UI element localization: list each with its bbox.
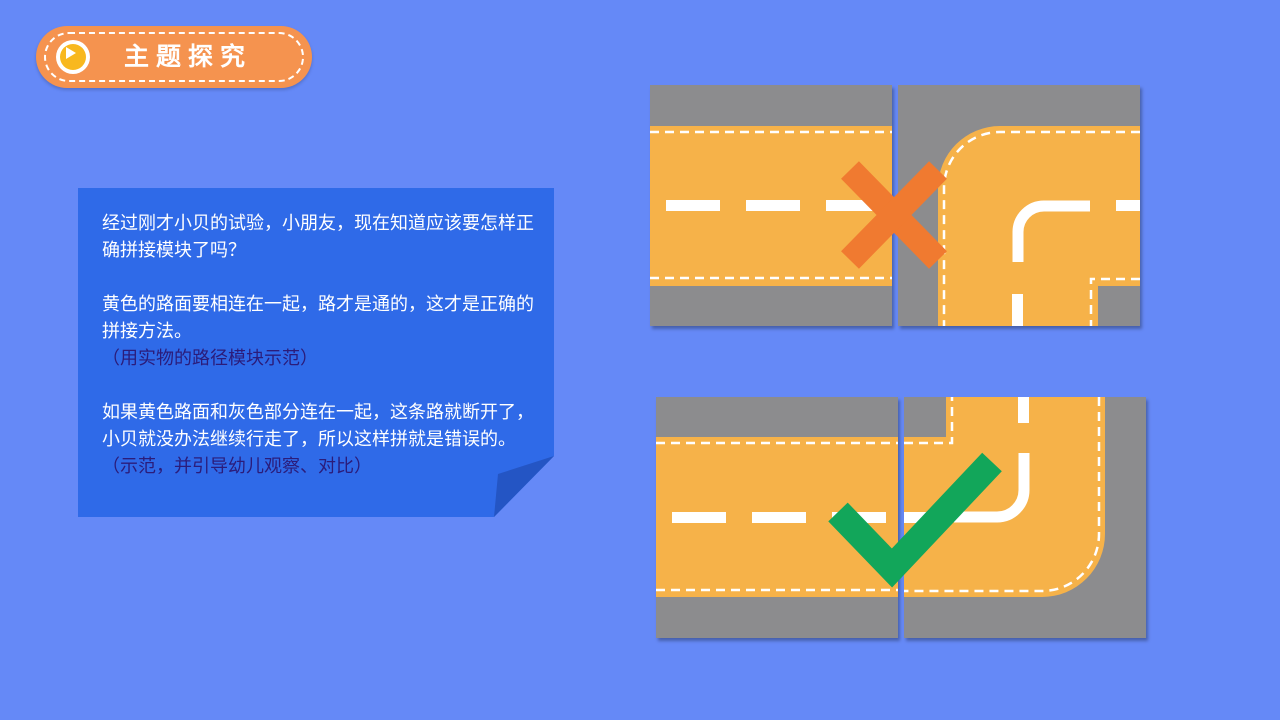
section-title: 主题探究 bbox=[124, 42, 253, 71]
note-hint-2: （用实物的路径模块示范） bbox=[102, 348, 318, 369]
curve-road-tile bbox=[898, 85, 1140, 326]
note-paragraph-3: 如果黄色路面和灰色部分连在一起，这条路就断开了，小贝就没办法继续行走了，所以这样… bbox=[102, 402, 534, 450]
straight-road-tile bbox=[650, 85, 892, 326]
play-icon[interactable] bbox=[56, 40, 90, 74]
note-paragraph-1: 经过刚才小贝的试验，小朋友，现在知道应该要怎样正确拼接模块了吗？ bbox=[102, 213, 534, 261]
road-puzzles bbox=[650, 85, 1146, 638]
wrong-puzzle bbox=[650, 85, 1140, 326]
explanation-note: 经过刚才小贝的试验，小朋友，现在知道应该要怎样正确拼接模块了吗？ 黄色的路面要相… bbox=[78, 188, 554, 517]
section-title-pill: 主题探究 bbox=[36, 26, 312, 88]
correct-puzzle bbox=[656, 397, 1146, 638]
note-hint-3: （示范，并引导幼儿观察、对比） bbox=[102, 456, 372, 477]
note-paragraph-2: 黄色的路面要相连在一起，路才是通的，这才是正确的拼接方法。 bbox=[102, 294, 534, 342]
note-text: 经过刚才小贝的试验，小朋友，现在知道应该要怎样正确拼接模块了吗？ 黄色的路面要相… bbox=[102, 210, 542, 480]
